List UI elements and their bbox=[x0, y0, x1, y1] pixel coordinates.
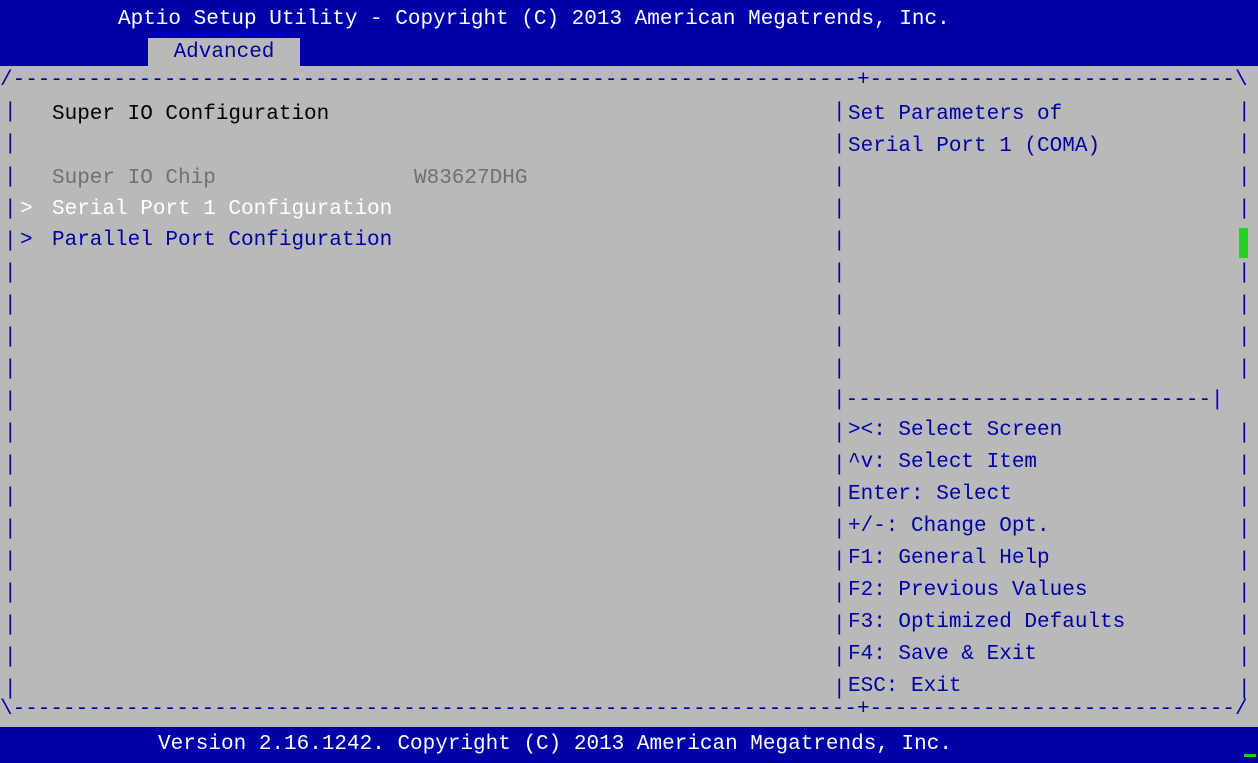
column-divider: | bbox=[833, 454, 846, 477]
menu-item-marker: > bbox=[20, 229, 33, 252]
title-bar: Aptio Setup Utility - Copyright (C) 2013… bbox=[0, 0, 1258, 68]
menu-item-parallel-port[interactable]: > Parallel Port Configuration bbox=[0, 226, 820, 256]
column-divider: | bbox=[833, 582, 846, 605]
column-divider: | bbox=[833, 133, 846, 156]
frame-right-edge: | bbox=[1238, 454, 1251, 477]
menu-item-marker: > bbox=[20, 198, 33, 221]
page-heading: Super IO Configuration bbox=[52, 103, 330, 126]
key-help-f4: F4: Save & Exit bbox=[848, 643, 1038, 666]
frame-left-edge: | bbox=[4, 518, 17, 541]
tab-advanced[interactable]: Advanced bbox=[148, 38, 300, 68]
frame-left-edge: | bbox=[4, 582, 17, 605]
frame-left-edge: | bbox=[4, 614, 17, 637]
menu-item-label: Parallel Port Configuration bbox=[52, 229, 393, 252]
status-bar: Version 2.16.1242. Copyright (C) 2013 Am… bbox=[0, 727, 1258, 763]
frame-right-edge: | bbox=[1238, 326, 1251, 349]
column-divider: | bbox=[833, 166, 846, 189]
frame-right-edge: | bbox=[1238, 262, 1251, 285]
column-divider: | bbox=[833, 230, 846, 253]
frame-right-edge: | bbox=[1238, 582, 1251, 605]
menu-item-serial-port-1[interactable]: > Serial Port 1 Configuration bbox=[0, 195, 820, 225]
key-help-f1: F1: General Help bbox=[848, 547, 1050, 570]
frame-left-edge: | bbox=[4, 454, 17, 477]
frame-right-edge: | bbox=[1238, 614, 1251, 637]
key-help-f2: F2: Previous Values bbox=[848, 579, 1088, 602]
menu-item-label: Serial Port 1 Configuration bbox=[52, 198, 393, 221]
frame-left-edge: | bbox=[4, 550, 17, 573]
frame-top-border: /---------------------------------------… bbox=[0, 69, 1248, 92]
column-divider: | bbox=[833, 422, 846, 445]
text-cursor bbox=[1244, 754, 1256, 757]
frame-right-edge: | bbox=[1238, 133, 1251, 156]
column-divider: | bbox=[833, 198, 846, 221]
frame-right-edge: | bbox=[1238, 550, 1251, 573]
frame-left-edge: | bbox=[4, 486, 17, 509]
help-divider: |-----------------------------| bbox=[833, 389, 1224, 412]
frame-bottom-border: \---------------------------------------… bbox=[0, 698, 1248, 721]
help-description-line: Serial Port 1 (COMA) bbox=[848, 135, 1101, 158]
column-divider: | bbox=[833, 326, 846, 349]
frame-right-edge: | bbox=[1238, 486, 1251, 509]
key-help-f3: F3: Optimized Defaults bbox=[848, 611, 1126, 634]
column-divider: | bbox=[833, 550, 846, 573]
frame-right-edge: | bbox=[1238, 101, 1251, 124]
column-divider: | bbox=[833, 614, 846, 637]
frame-left-edge: | bbox=[4, 390, 17, 413]
key-help-select-screen: ><: Select Screen bbox=[848, 419, 1063, 442]
title-text: Aptio Setup Utility - Copyright (C) 2013… bbox=[118, 8, 950, 31]
frame-right-edge: | bbox=[1238, 518, 1251, 541]
frame-left-edge: | bbox=[4, 133, 17, 156]
column-divider: | bbox=[833, 358, 846, 381]
super-io-chip-value: W83627DHG bbox=[414, 167, 528, 190]
frame-left-edge: | bbox=[4, 422, 17, 445]
frame-right-edge: | bbox=[1238, 198, 1251, 221]
scrollbar-thumb[interactable] bbox=[1239, 228, 1248, 258]
frame-left-edge: | bbox=[4, 101, 17, 124]
frame-left-edge: | bbox=[4, 646, 17, 669]
frame-right-edge: | bbox=[1238, 358, 1251, 381]
column-divider: | bbox=[833, 262, 846, 285]
key-help-change-opt: +/-: Change Opt. bbox=[848, 515, 1050, 538]
frame-right-edge: | bbox=[1238, 166, 1251, 189]
help-description-line: Set Parameters of bbox=[848, 103, 1063, 126]
key-help-enter: Enter: Select bbox=[848, 483, 1012, 506]
frame-right-edge: | bbox=[1238, 294, 1251, 317]
frame-right-edge: | bbox=[1238, 646, 1251, 669]
super-io-chip-label: Super IO Chip bbox=[52, 167, 216, 190]
column-divider: | bbox=[833, 486, 846, 509]
column-divider: | bbox=[833, 646, 846, 669]
version-text: Version 2.16.1242. Copyright (C) 2013 Am… bbox=[158, 733, 952, 756]
key-help-select-item: ^v: Select Item bbox=[848, 451, 1038, 474]
bios-screen: Aptio Setup Utility - Copyright (C) 2013… bbox=[0, 0, 1258, 763]
frame-left-edge: | bbox=[4, 166, 17, 189]
column-divider: | bbox=[833, 518, 846, 541]
frame-right-edge: | bbox=[1238, 422, 1251, 445]
column-divider: | bbox=[833, 101, 846, 124]
column-divider: | bbox=[833, 294, 846, 317]
frame-left-edge: | bbox=[4, 358, 17, 381]
